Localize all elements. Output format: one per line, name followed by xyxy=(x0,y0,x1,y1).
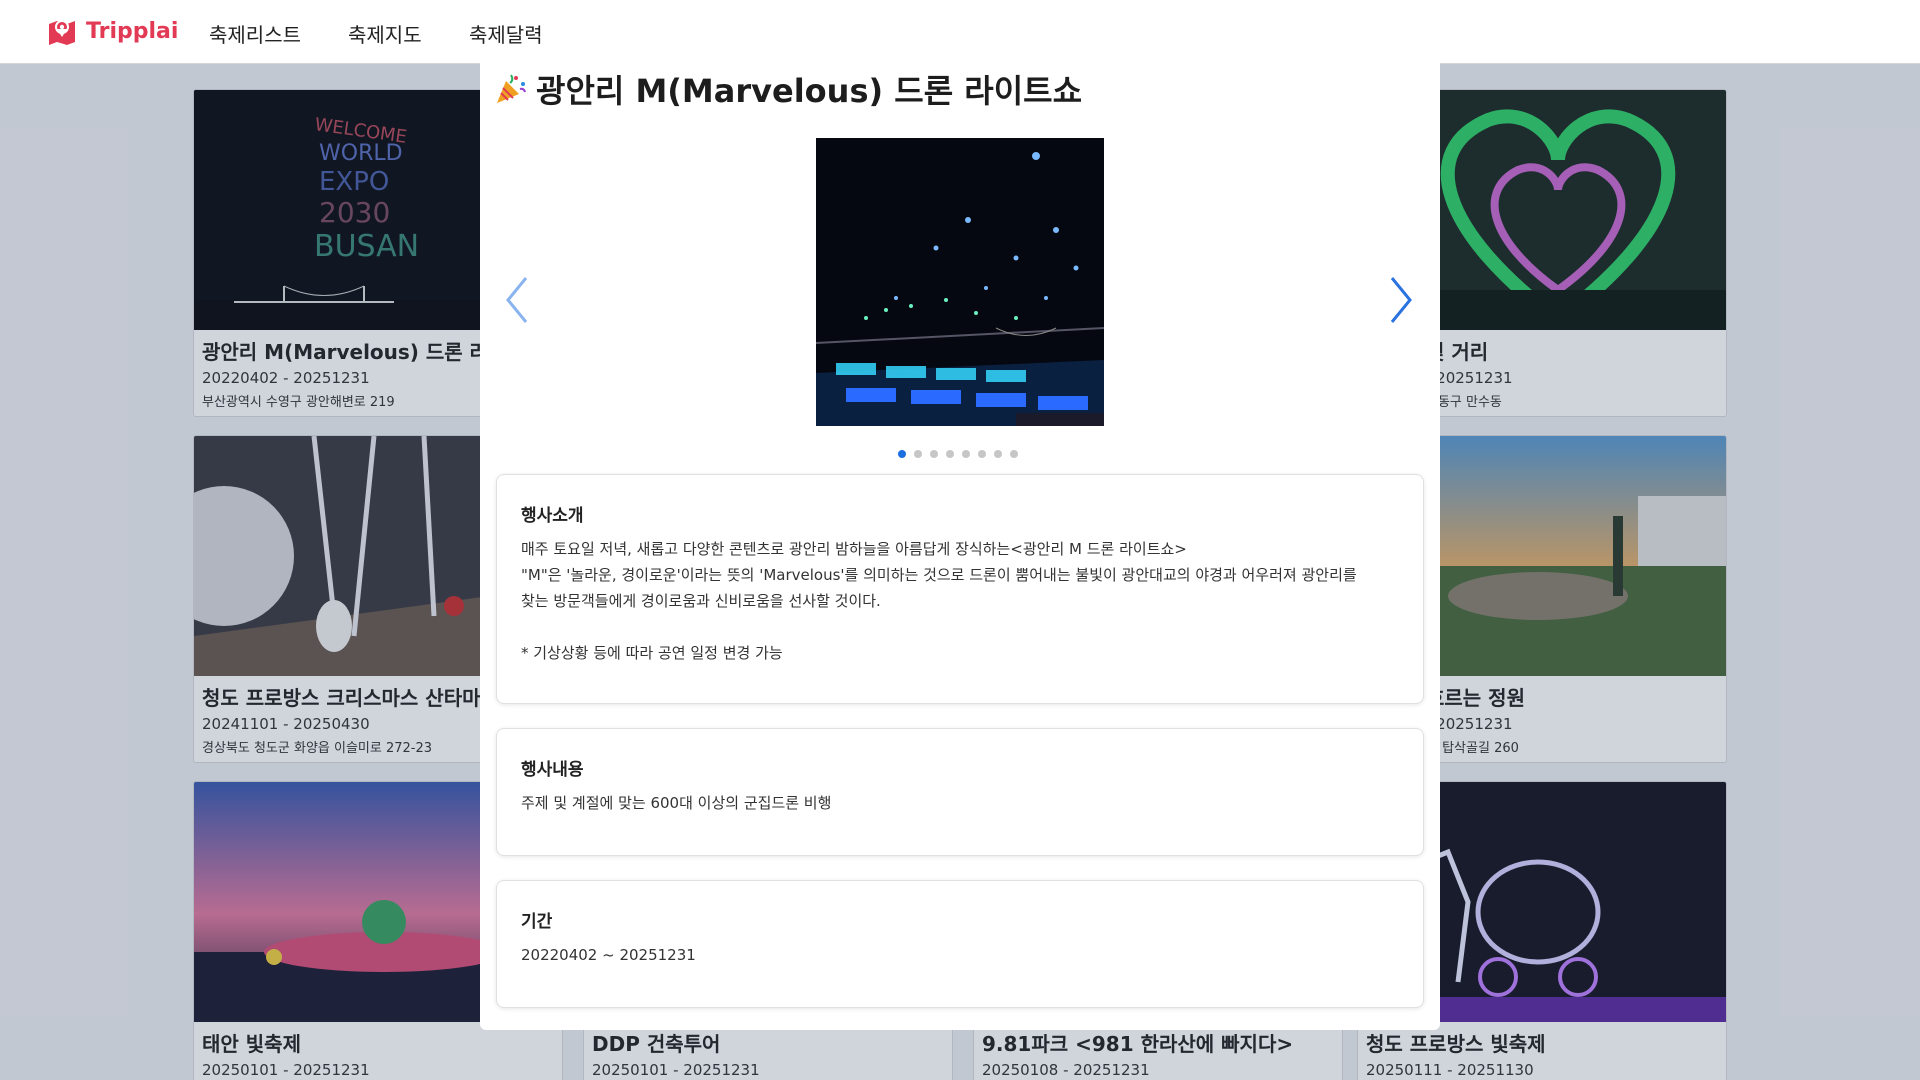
modal-title: 광안리 M(Marvelous) 드론 라이트쇼 xyxy=(494,66,1082,112)
event-period-section: 기간 20220402 ~ 20251231 xyxy=(496,880,1424,1008)
section-heading: 기간 xyxy=(521,912,553,932)
carousel-dot[interactable] xyxy=(898,450,906,458)
party-popper-icon xyxy=(497,74,526,103)
chevron-right-icon[interactable] xyxy=(1386,274,1416,326)
event-content-section: 행사내용 주제 및 계절에 맞는 600대 이상의 군집드론 비행 xyxy=(496,728,1424,856)
map-pin-logo-icon xyxy=(49,20,75,45)
carousel-dot[interactable] xyxy=(978,450,986,458)
carousel-pagination xyxy=(898,450,1018,458)
brand-name: Tripplai xyxy=(86,18,179,44)
carousel-dot[interactable] xyxy=(994,450,1002,458)
nav-festival-map[interactable]: 축제지도 xyxy=(348,19,422,48)
body-line xyxy=(521,614,1399,640)
body-line: "M"은 '놀라운, 경이로운'이라는 뜻의 'Marvelous'를 의미하는… xyxy=(521,566,1357,584)
body-line: * 기상상황 등에 따라 공연 일정 변경 가능 xyxy=(521,644,783,662)
festival-detail-modal: 광안리 M(Marvelous) 드론 라이트쇼 행사소개 매주 토요일 저녁,… xyxy=(480,50,1440,1030)
carousel-dot[interactable] xyxy=(946,450,954,458)
body-line: 주제 및 계절에 맞는 600대 이상의 군집드론 비행 xyxy=(521,794,832,812)
body-line: 매주 토요일 저녁, 새롭고 다양한 콘텐츠로 광안리 밤하늘을 아름답게 장식… xyxy=(521,540,1187,558)
carousel-dot[interactable] xyxy=(914,450,922,458)
body-line: 찾는 방문객들에게 경이로움과 신비로움을 선사할 것이다. xyxy=(521,592,881,610)
section-body: 20220402 ~ 20251231 xyxy=(521,942,1399,968)
section-heading: 행사내용 xyxy=(521,760,584,780)
carousel-dot[interactable] xyxy=(930,450,938,458)
brand[interactable]: Tripplai xyxy=(46,15,178,47)
chevron-left-icon[interactable] xyxy=(502,274,532,326)
carousel-dot[interactable] xyxy=(1010,450,1018,458)
carousel-dot[interactable] xyxy=(962,450,970,458)
nav-festival-list[interactable]: 축제리스트 xyxy=(209,19,301,48)
carousel-image xyxy=(816,138,1104,426)
section-heading: 행사소개 xyxy=(521,506,584,526)
nav-festival-calendar[interactable]: 축제달력 xyxy=(469,19,543,48)
section-body: 매주 토요일 저녁, 새롭고 다양한 콘텐츠로 광안리 밤하늘을 아름답게 장식… xyxy=(521,536,1399,666)
event-intro-section: 행사소개 매주 토요일 저녁, 새롭고 다양한 콘텐츠로 광안리 밤하늘을 아름… xyxy=(496,474,1424,704)
section-body: 주제 및 계절에 맞는 600대 이상의 군집드론 비행 xyxy=(521,790,1399,816)
modal-title-text: 광안리 M(Marvelous) 드론 라이트쇼 xyxy=(536,72,1083,110)
body-line: 20220402 ~ 20251231 xyxy=(521,946,696,964)
